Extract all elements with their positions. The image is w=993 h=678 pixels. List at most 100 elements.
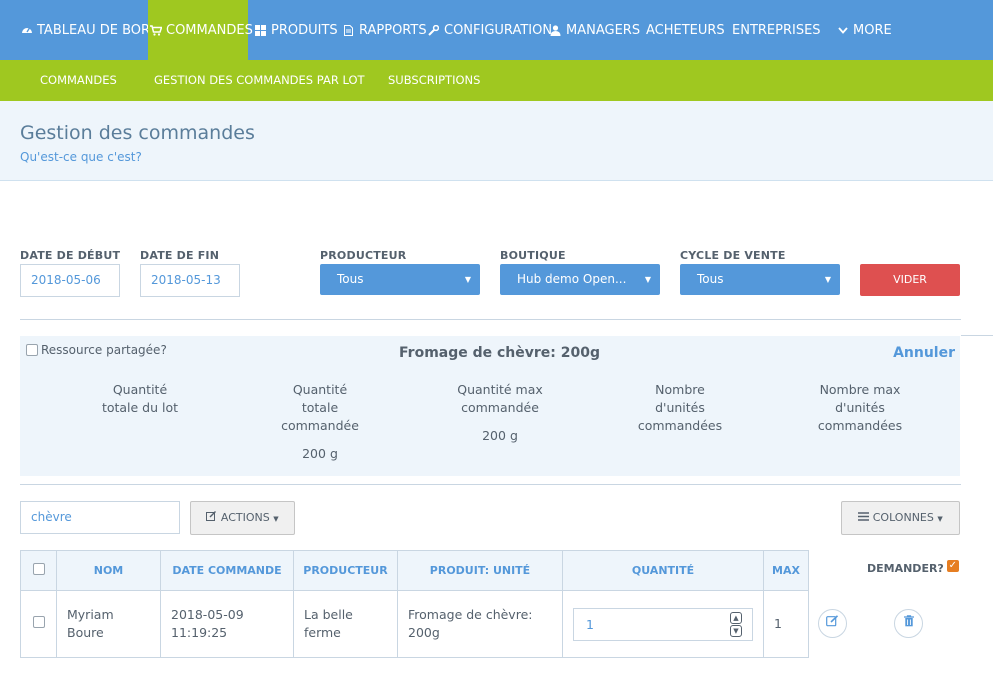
delete-row-button[interactable]	[894, 609, 923, 638]
bulk-product-panel: Ressource partagée? Fromage de chèvre: 2…	[20, 336, 960, 476]
cycle-select[interactable]: Tous ▼	[680, 264, 840, 295]
producer-select-value: Tous	[337, 272, 364, 286]
subnav-gestion-par-lot[interactable]: GESTION DES COMMANDES PAR LOT	[154, 60, 365, 101]
grid-icon	[254, 24, 267, 36]
nav-commandes[interactable]: COMMANDES	[148, 0, 253, 60]
stat-label: d'unités	[655, 400, 705, 415]
table-row: Myriam Boure 2018-05-09 11:19:25 La bell…	[20, 590, 809, 658]
caret-down-icon: ▼	[644, 275, 651, 284]
nav-entreprises[interactable]: ENTREPRISES	[732, 0, 821, 60]
active-indicator	[188, 52, 206, 60]
edit-row-button[interactable]	[818, 609, 847, 638]
sub-nav: COMMANDES GESTION DES COMMANDES PAR LOT …	[0, 60, 993, 109]
increment-icon[interactable]: ▲	[730, 611, 742, 624]
clear-button[interactable]: VIDER	[860, 264, 960, 296]
shop-select[interactable]: Hub demo Open... ▼	[500, 264, 660, 295]
row-checkbox[interactable]	[32, 616, 45, 628]
stat-label: Quantité max	[457, 382, 543, 397]
cart-icon	[150, 24, 162, 36]
main-nav: TABLEAU DE BORD COMMANDES PRODUITS RAPPO…	[0, 0, 993, 60]
stat-label: commandées	[817, 418, 903, 433]
caret-down-icon: ▼	[273, 515, 279, 523]
shop-label: BOUTIQUE	[500, 249, 566, 262]
end-date-input[interactable]: 2018-05-13	[140, 264, 240, 297]
document-icon	[342, 24, 355, 36]
nav-managers[interactable]: MANAGERS	[549, 0, 640, 60]
col-header-quantity[interactable]: QUANTITÉ	[562, 550, 764, 591]
start-date-input[interactable]: 2018-05-06	[20, 264, 120, 297]
cell-date: 2018-05-09 11:19:25	[160, 590, 294, 658]
nav-tableau-de-bord[interactable]: TABLEAU DE BORD	[20, 0, 160, 60]
product-title: Fromage de chèvre: 200g	[399, 345, 601, 361]
select-all-checkbox[interactable]	[32, 563, 45, 575]
producer-label: PRODUCTEUR	[320, 249, 407, 262]
divider	[20, 484, 961, 485]
cancel-link[interactable]: Annuler	[893, 345, 955, 361]
dashboard-icon	[20, 24, 33, 36]
cell-text: 11:19:25	[171, 625, 228, 640]
subnav-commandes[interactable]: COMMANDES	[40, 60, 117, 101]
nav-label: TABLEAU DE BORD	[37, 22, 161, 38]
cell-text: Boure	[67, 625, 104, 640]
stat-label: commandées	[637, 418, 723, 433]
page-title: Gestion des commandes	[20, 122, 255, 144]
stat-total-lot: Quantité totale du lot	[75, 381, 205, 417]
caret-down-icon: ▼	[824, 275, 831, 284]
col-header-producer[interactable]: PRODUCTEUR	[293, 550, 398, 591]
col-header-max[interactable]: MAX	[763, 550, 809, 591]
nav-more[interactable]: MORE	[836, 0, 892, 60]
stat-label: commandée	[281, 418, 359, 433]
end-date-label: DATE DE FIN	[140, 249, 220, 262]
nav-label: CONFIGURATION	[444, 22, 553, 38]
nav-rapports[interactable]: RAPPORTS	[342, 0, 427, 60]
list-icon	[858, 511, 873, 524]
nav-label: ENTREPRISES	[732, 22, 821, 38]
shared-resource-checkbox[interactable]	[26, 344, 38, 356]
user-icon	[549, 24, 562, 36]
actions-button[interactable]: ACTIONS ▼	[190, 501, 295, 535]
col-header-date[interactable]: DATE COMMANDE	[160, 550, 294, 591]
stat-value: 200 g	[482, 428, 518, 443]
stat-label: totale	[301, 400, 339, 415]
nav-configuration[interactable]: CONFIGURATION	[427, 0, 552, 60]
spinner: ▲ ▼	[730, 611, 742, 637]
cell-text: Myriam	[67, 607, 114, 622]
search-input[interactable]: chèvre	[20, 501, 180, 534]
shared-resource-label: Ressource partagée?	[41, 343, 167, 357]
producer-select[interactable]: Tous ▼	[320, 264, 480, 295]
nav-acheteurs[interactable]: ACHETEURS	[646, 0, 725, 60]
col-header-name[interactable]: NOM	[56, 550, 161, 591]
stat-value: 200 g	[302, 446, 338, 461]
caret-down-icon: ▼	[464, 275, 471, 284]
cell-product[interactable]: Fromage de chèvre: 200g	[397, 590, 563, 658]
stat-max-ordered: Quantité max commandée 200 g	[435, 381, 565, 445]
select-all-header[interactable]	[20, 550, 57, 591]
cell-max: 1	[763, 590, 809, 658]
stat-total-ordered: Quantité totale commandée 200 g	[255, 381, 385, 463]
stat-label: totale du lot	[101, 400, 179, 415]
help-link[interactable]: Qu'est-ce que c'est?	[20, 150, 142, 164]
edit-icon	[206, 511, 221, 524]
col-header-product[interactable]: PRODUIT: UNITÉ	[397, 550, 563, 591]
wrench-icon	[427, 24, 440, 36]
start-date-label: DATE DE DÉBUT	[20, 249, 121, 262]
demander-header: DEMANDER? ✓	[867, 559, 959, 575]
divider	[961, 335, 993, 336]
shared-resource[interactable]: Ressource partagée?	[26, 343, 167, 357]
columns-button[interactable]: COLONNES ▼	[841, 501, 960, 535]
cell-text: 200g	[408, 625, 440, 640]
demander-checkbox[interactable]: ✓	[946, 559, 959, 572]
nav-label: COMMANDES	[166, 22, 253, 38]
decrement-icon[interactable]: ▼	[730, 624, 742, 637]
nav-label: RAPPORTS	[359, 22, 427, 38]
cycle-label: CYCLE DE VENTE	[680, 249, 786, 262]
subnav-subscriptions[interactable]: SUBSCRIPTIONS	[388, 60, 480, 101]
stat-max-units-ordered: Nombre max d'unités commandées	[795, 381, 925, 435]
quantity-stepper[interactable]: 1 ▲ ▼	[573, 607, 753, 641]
caret-down-icon: ▼	[937, 515, 943, 523]
stat-label: d'unités	[835, 400, 885, 415]
quantity-value: 1	[586, 616, 594, 632]
stat-units-ordered: Nombre d'unités commandées	[615, 381, 745, 435]
nav-produits[interactable]: PRODUITS	[254, 0, 338, 60]
trash-icon	[903, 615, 914, 631]
